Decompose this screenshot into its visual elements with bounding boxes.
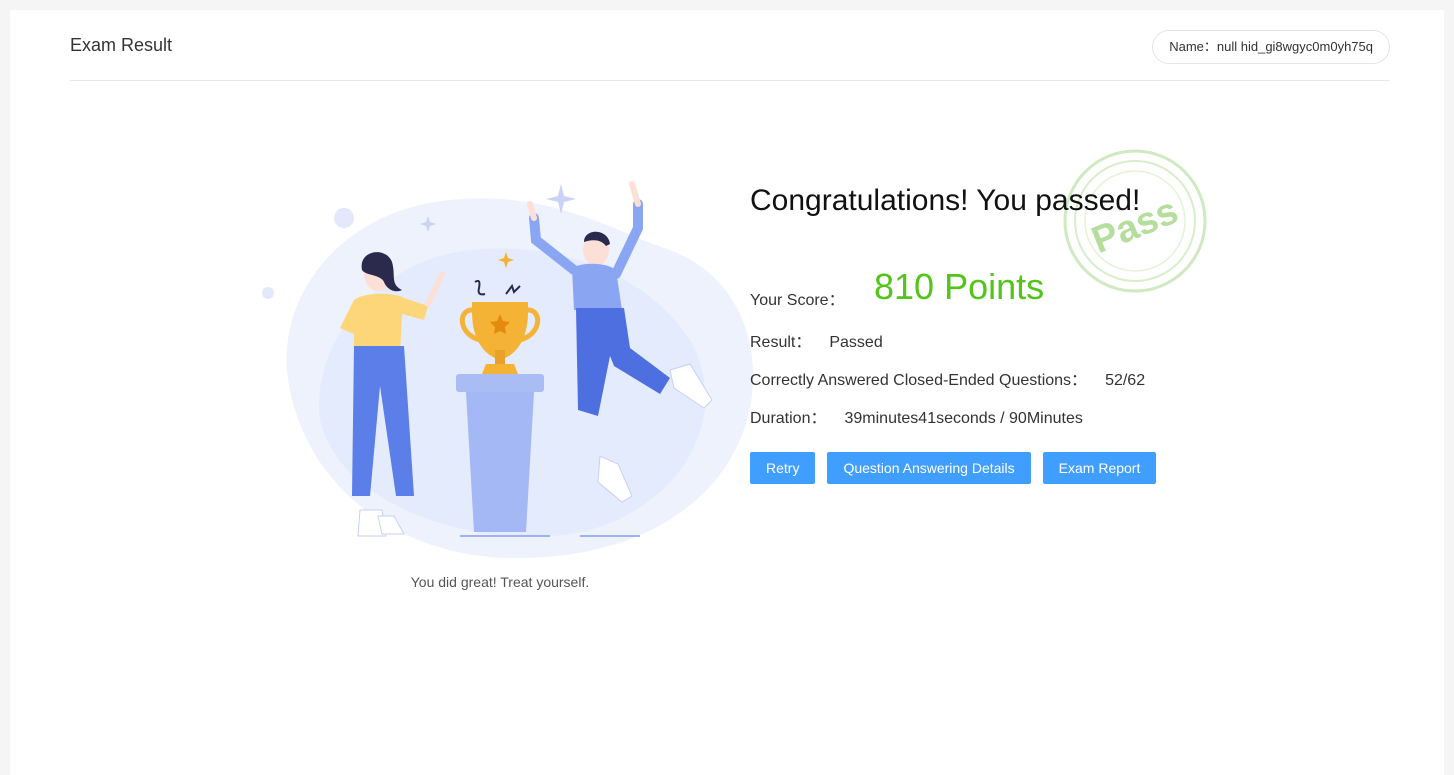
result-card: Exam Result Name：null hid_gi8wgyc0m0yh75… bbox=[10, 10, 1444, 775]
user-name-badge: Name：null hid_gi8wgyc0m0yh75q bbox=[1152, 30, 1390, 64]
illustration-caption: You did great! Treat yourself. bbox=[410, 574, 590, 590]
name-label: Name： bbox=[1169, 39, 1217, 54]
closed-questions-label: Correctly Answered Closed-Ended Question… bbox=[750, 372, 1088, 389]
result-headline: Congratulations! You passed! bbox=[750, 184, 1141, 217]
celebration-illustration bbox=[262, 181, 754, 559]
score-row: Your Score： bbox=[750, 286, 845, 310]
duration-row: Duration： 39minutes41seconds / 90Minutes bbox=[750, 404, 1083, 428]
name-value: null hid_gi8wgyc0m0yh75q bbox=[1216, 39, 1373, 54]
result-value: Passed bbox=[829, 334, 883, 351]
question-details-button[interactable]: Question Answering Details bbox=[827, 452, 1031, 484]
score-label: Your Score： bbox=[750, 292, 845, 309]
duration-label: Duration： bbox=[750, 410, 827, 427]
result-label: Result： bbox=[750, 334, 812, 351]
closed-questions-value: 52/62 bbox=[1105, 372, 1146, 389]
action-buttons: Retry Question Answering Details Exam Repo… bbox=[750, 452, 1168, 484]
header: Exam Result Name：null hid_gi8wgyc0m0yh75… bbox=[70, 10, 1390, 81]
duration-value: 39minutes41seconds / 90Minutes bbox=[844, 410, 1083, 427]
result-row: Result： Passed bbox=[750, 328, 883, 352]
score-value: 810 Points bbox=[874, 266, 1045, 307]
exam-report-button[interactable]: Exam Report bbox=[1042, 452, 1157, 484]
retry-button[interactable]: Retry bbox=[750, 452, 816, 484]
page-title: Exam Result bbox=[70, 35, 173, 55]
closed-questions-row: Correctly Answered Closed-Ended Question… bbox=[750, 366, 1145, 390]
pass-stamp: Pass bbox=[1063, 149, 1207, 293]
